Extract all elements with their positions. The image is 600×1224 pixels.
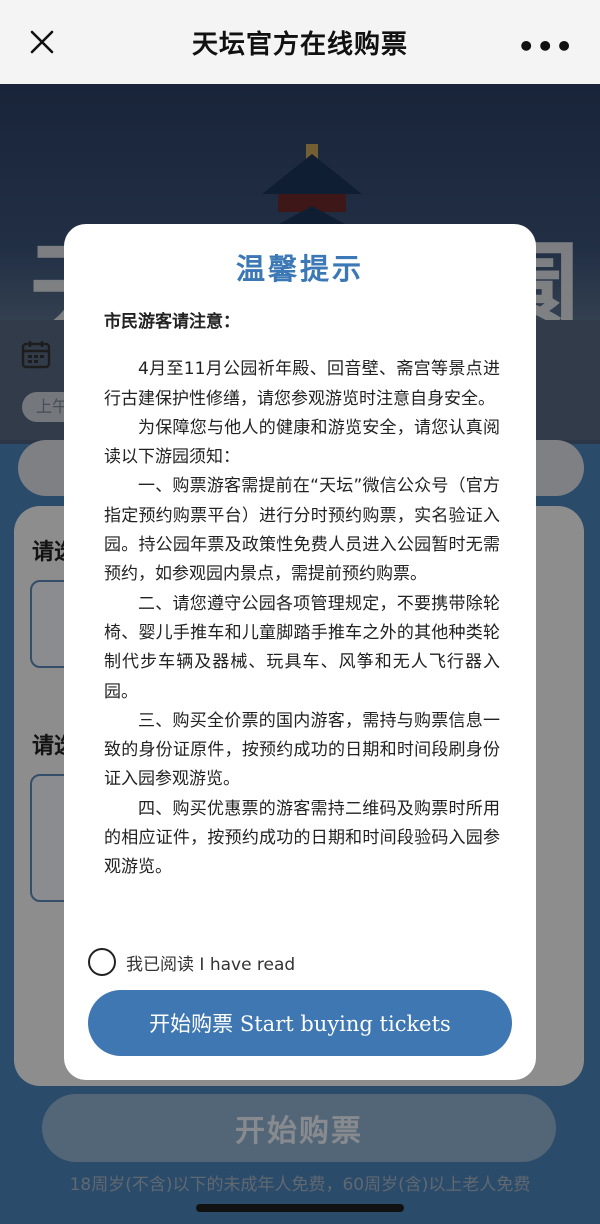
notice-paragraph: 一、购票游客需提前在“天坛”微信公众号（官方指定预约购票平台）进行分时预约购票，… — [104, 476, 500, 585]
more-menu-icon[interactable]: ••• — [517, 30, 574, 63]
notice-text-scroll[interactable]: 市民游客请注意： 4月至11月公园祈年殿、回音壁、斋宫等景点进行古建保护性修缮，… — [104, 308, 500, 922]
home-indicator — [196, 1204, 404, 1212]
notice-paragraph: 四、购买优惠票的游客需持二维码及购票时所用的相应证件，按预约成功的日期和时间段验… — [104, 798, 500, 878]
close-icon[interactable] — [26, 26, 58, 58]
page-title: 天坛官方在线购票 — [191, 29, 408, 60]
notice-heading: 市民游客请注意： — [104, 312, 240, 332]
notice-paragraph: 为保障您与他人的健康和游览安全，请您认真阅读以下游园须知： — [104, 417, 500, 468]
notice-dialog: 温馨提示 市民游客请注意： 4月至11月公园祈年殿、回音壁、斋宫等景点进行古建保… — [64, 224, 536, 1080]
dialog-title: 温馨提示 — [235, 252, 364, 286]
start-buying-button[interactable]: 开始购票 Start buying tickets — [88, 990, 512, 1056]
top-bar: 天坛官方在线购票 ••• — [0, 0, 600, 84]
notice-paragraph: 4月至11月公园祈年殿、回音壁、斋宫等景点进行古建保护性修缮，请您参观游览时注意… — [104, 359, 500, 409]
notice-paragraph: 三、购买全价票的国内游客，需持与购票信息一致的身份证原件，按预约成功的日期和时间… — [104, 710, 500, 790]
read-radio-button[interactable] — [88, 948, 116, 976]
read-agreement-row[interactable]: 我已阅读 I have read — [88, 948, 295, 976]
read-agreement-label: 我已阅读 I have read — [126, 954, 296, 975]
notice-paragraph: 二、请您遵守公园各项管理规定，不要携带除轮椅、婴儿手推车和儿童脚踏手推车之外的其… — [104, 593, 500, 702]
